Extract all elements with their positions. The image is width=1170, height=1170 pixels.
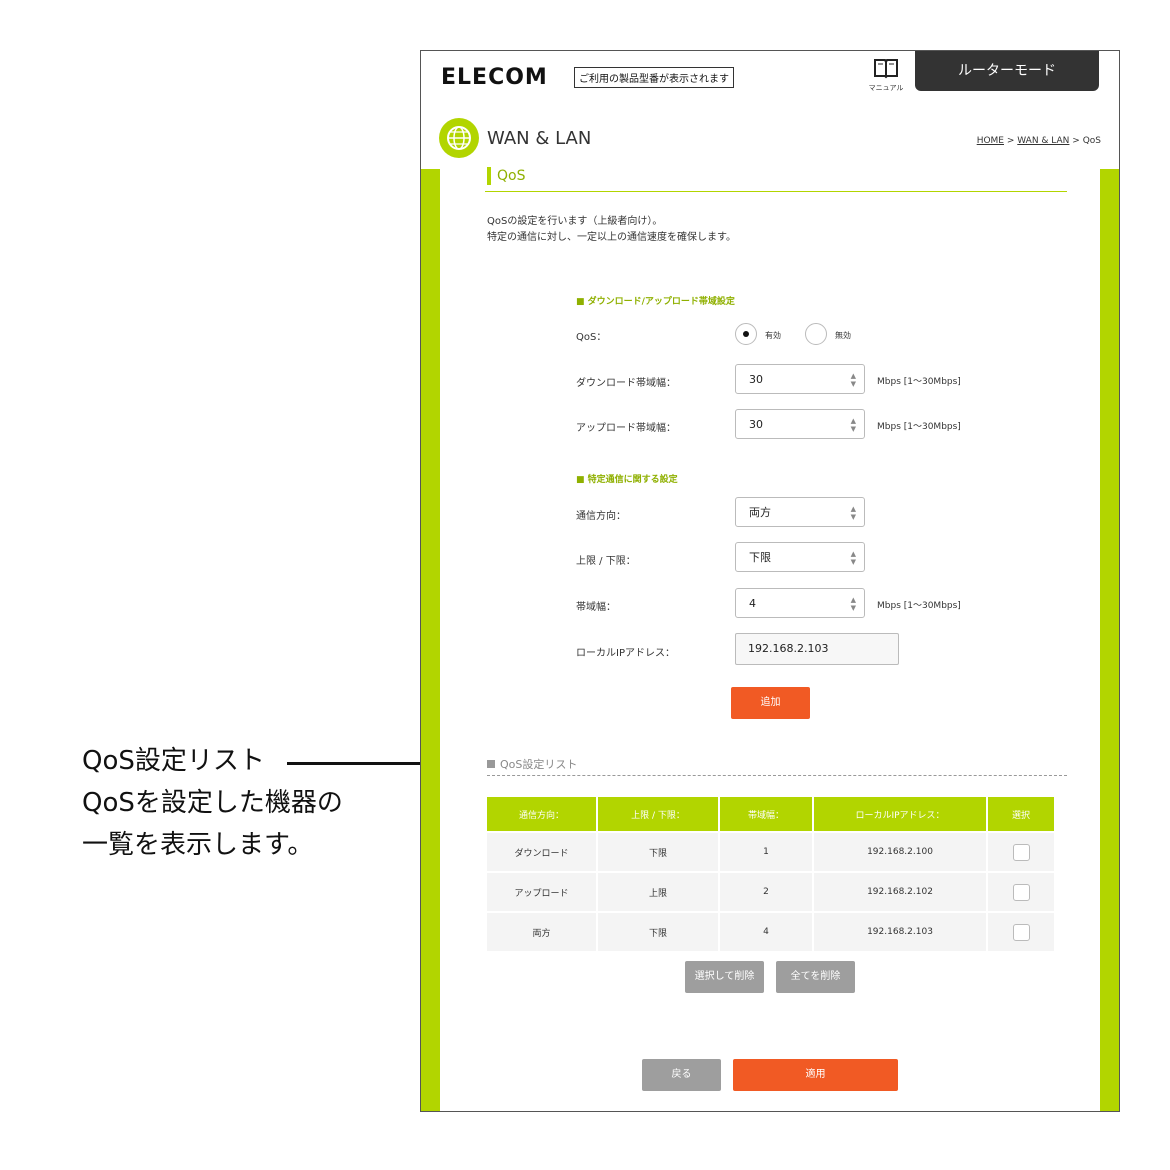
annotation-title: QoS設定リスト <box>82 746 265 776</box>
cell-select <box>987 911 1054 951</box>
band-value: 4 <box>749 597 756 610</box>
annotation-desc-2: 一覧を表示します。 <box>82 830 314 860</box>
col-limit: 上限 / 下限： <box>597 797 720 832</box>
qos-disable-label: 無効 <box>835 331 851 340</box>
limit-value: 下限 <box>749 551 771 564</box>
manual-label: マニュアル <box>868 84 904 92</box>
download-bandwidth-unit: Mbps [1～30Mbps] <box>877 377 961 387</box>
bandwidth-settings-heading: ■ ダウンロード/アップロード帯域設定 <box>576 297 735 307</box>
qos-list-heading-text: QoS設定リスト <box>500 758 578 771</box>
qos-label: QoS： <box>576 332 607 343</box>
elecom-logo: ELECOM <box>441 65 548 90</box>
upload-bandwidth-unit: Mbps [1～30Mbps] <box>877 422 961 432</box>
row-select-checkbox[interactable] <box>1012 923 1030 941</box>
col-local-ip: ローカルIPアドレス： <box>813 797 988 832</box>
manual-link[interactable]: マニュアル <box>861 57 911 93</box>
direction-value: 両方 <box>749 506 771 519</box>
upload-bandwidth-value: 30 <box>749 418 763 431</box>
band-unit: Mbps [1～30Mbps] <box>877 601 961 611</box>
col-direction: 通信方向： <box>487 797 598 832</box>
add-button[interactable]: 追加 <box>731 687 810 719</box>
spinner-arrows-icon[interactable]: ▲ ▼ <box>851 596 856 612</box>
upload-bandwidth-spinner[interactable]: 30 ▲ ▼ <box>735 409 865 439</box>
cell-bandwidth: 1 <box>719 831 814 872</box>
select-arrows-icon: ▲ ▼ <box>850 505 856 521</box>
specific-settings-heading: ■ 特定通信に関する設定 <box>576 475 678 485</box>
band-label: 帯域幅： <box>576 602 616 613</box>
radio-selected-dot <box>743 331 749 337</box>
download-bandwidth-spinner[interactable]: 30 ▲ ▼ <box>735 364 865 394</box>
limit-label: 上限 / 下限： <box>576 556 636 567</box>
direction-select[interactable]: 両方 ▲ ▼ <box>735 497 865 527</box>
cell-direction: 両方 <box>487 911 598 951</box>
square-bullet-icon <box>487 760 495 768</box>
cell-bandwidth: 2 <box>719 871 814 912</box>
heading-accent <box>487 167 491 185</box>
qos-list-heading: QoS設定リスト <box>487 756 577 772</box>
breadcrumb-wan-lan[interactable]: WAN & LAN <box>1017 136 1069 146</box>
breadcrumb-separator: > <box>1069 136 1083 146</box>
col-bandwidth: 帯域幅： <box>719 797 814 832</box>
breadcrumb-current: QoS <box>1082 136 1101 146</box>
description-line-2: 特定の通信に対し、一定以上の通信速度を確保します。 <box>487 232 736 243</box>
band-spinner[interactable]: 4 ▲ ▼ <box>735 588 865 618</box>
cell-local-ip: 192.168.2.102 <box>813 871 988 912</box>
delete-selected-button[interactable]: 選択して削除 <box>685 961 764 993</box>
cell-local-ip: 192.168.2.100 <box>813 831 988 872</box>
upload-bandwidth-label: アップロード帯域幅： <box>576 423 676 434</box>
annotation-desc-1: QoSを設定した機器の <box>82 788 343 818</box>
cell-direction: アップロード <box>487 871 598 912</box>
download-bandwidth-label: ダウンロード帯域幅： <box>576 378 676 389</box>
cell-direction: ダウンロード <box>487 831 598 872</box>
cell-bandwidth: 4 <box>719 911 814 951</box>
local-ip-value: 192.168.2.103 <box>748 642 829 655</box>
local-ip-input[interactable]: 192.168.2.103 <box>735 633 899 665</box>
cell-limit: 下限 <box>597 831 720 872</box>
table-header-row: 通信方向： 上限 / 下限： 帯域幅： ローカルIPアドレス： 選択 <box>487 797 1054 832</box>
qos-heading: QoS <box>485 167 1067 192</box>
apply-button[interactable]: 適用 <box>733 1059 898 1091</box>
cell-local-ip: 192.168.2.103 <box>813 911 988 951</box>
right-accent-bar <box>1100 169 1119 1111</box>
page-description: QoSの設定を行います（上級者向け）。 特定の通信に対し、一定以上の通信速度を確… <box>487 214 736 246</box>
row-select-checkbox[interactable] <box>1012 883 1030 901</box>
qos-heading-text: QoS <box>497 168 526 184</box>
table-row: アップロード 上限 2 192.168.2.102 <box>487 871 1054 912</box>
cell-select <box>987 871 1054 912</box>
table-row: 両方 下限 4 192.168.2.103 <box>487 911 1054 951</box>
left-accent-bar <box>421 169 440 1111</box>
globe-icon <box>439 118 479 158</box>
model-number-label: ご利用の製品型番が表示されます <box>574 67 734 88</box>
router-settings-window: ELECOM ご利用の製品型番が表示されます マニュアル ルーターモード WAN… <box>420 50 1120 1112</box>
qos-disable-radio[interactable] <box>805 323 827 345</box>
back-button[interactable]: 戻る <box>642 1059 721 1091</box>
cell-select <box>987 831 1054 872</box>
direction-label: 通信方向： <box>576 511 626 522</box>
breadcrumb: HOME > WAN & LAN > QoS <box>977 136 1101 146</box>
delete-all-button[interactable]: 全てを削除 <box>776 961 855 993</box>
col-select: 選択 <box>987 797 1054 832</box>
dashed-divider <box>487 775 1067 776</box>
cell-limit: 上限 <box>597 871 720 912</box>
row-select-checkbox[interactable] <box>1012 843 1030 861</box>
spinner-arrows-icon[interactable]: ▲ ▼ <box>851 372 856 388</box>
qos-enable-label: 有効 <box>765 331 781 340</box>
book-icon <box>874 59 898 79</box>
page-title: WAN & LAN <box>487 128 592 149</box>
breadcrumb-separator: > <box>1004 136 1018 146</box>
select-arrows-icon: ▲ ▼ <box>850 550 856 566</box>
local-ip-label: ローカルIPアドレス： <box>576 648 675 659</box>
router-mode-button[interactable]: ルーターモード <box>915 51 1099 91</box>
breadcrumb-home[interactable]: HOME <box>977 136 1004 146</box>
table-row: ダウンロード 下限 1 192.168.2.100 <box>487 831 1054 872</box>
qos-enable-radio[interactable] <box>735 323 757 345</box>
spinner-arrows-icon[interactable]: ▲ ▼ <box>851 417 856 433</box>
cell-limit: 下限 <box>597 911 720 951</box>
download-bandwidth-value: 30 <box>749 373 763 386</box>
limit-select[interactable]: 下限 ▲ ▼ <box>735 542 865 572</box>
description-line-1: QoSの設定を行います（上級者向け）。 <box>487 216 663 227</box>
qos-list-table: 通信方向： 上限 / 下限： 帯域幅： ローカルIPアドレス： 選択 ダウンロー… <box>487 797 1054 951</box>
